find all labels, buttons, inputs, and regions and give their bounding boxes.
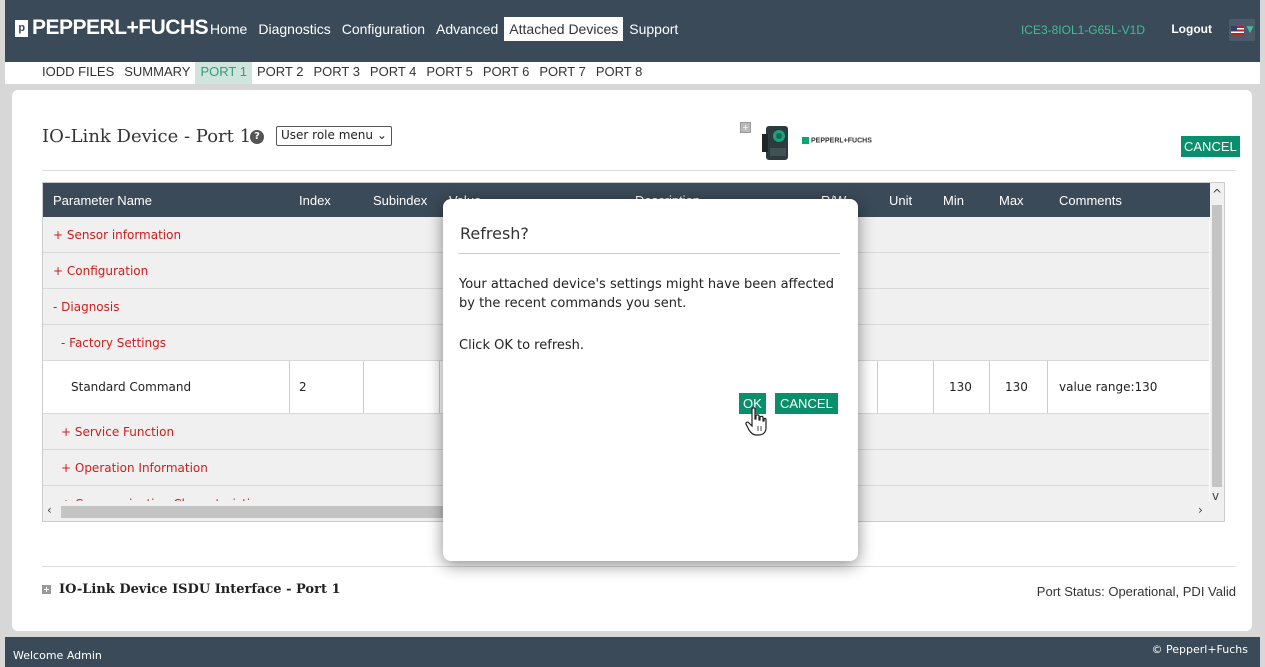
top-navbar: p PEPPERL+FUCHS Home Diagnostics Configu… [5,0,1260,62]
subnav-port-7[interactable]: PORT 7 [534,62,590,84]
param-comments-cell: value range:130 [1059,380,1158,394]
cell-divider [439,361,440,413]
row-label: - Diagnosis [53,299,120,314]
scroll-up-icon[interactable]: ^ [1212,187,1222,201]
param-min-cell: 130 [949,380,972,394]
caret-down-icon: ▼ [1246,25,1254,35]
col-unit: Unit [889,193,913,208]
subnav-port-2[interactable]: PORT 2 [252,62,308,84]
row-label: + Sensor information [53,227,182,242]
refresh-dialog: Refresh? Your attached device's settings… [443,199,858,561]
subnav-port-1[interactable]: PORT 1 [195,62,252,84]
brand-mark-icon [802,137,809,144]
nav-configuration[interactable]: Configuration [337,17,430,41]
subnav-port-8[interactable]: PORT 8 [591,62,647,84]
scroll-right-icon[interactable]: › [1198,503,1203,517]
subnav-port-4[interactable]: PORT 4 [365,62,421,84]
param-max-cell: 130 [1005,380,1028,394]
subnav-summary[interactable]: SUMMARY [119,62,195,84]
dialog-title: Refresh? [460,224,529,243]
brand-mark-icon: p [15,19,28,37]
cell-divider [933,361,934,413]
port-status: Port Status: Operational, PDI Valid [1036,584,1236,599]
cell-divider [363,361,364,413]
divider [42,170,1236,171]
col-min: Min [943,193,964,208]
hand-cursor-icon [745,407,767,436]
divider [42,566,1236,567]
col-max: Max [999,193,1024,208]
help-icon[interactable]: ? [250,130,264,144]
isdu-title: IO-Link Device ISDU Interface - Port 1 [59,582,341,597]
cell-divider [289,361,290,413]
expand-icon: + [42,584,51,594]
expand-image-icon[interactable]: + [740,122,751,133]
mini-brand-logo: PEPPERL+FUCHS [802,137,872,144]
param-index-cell: 2 [299,380,307,394]
row-label: + Service Function [61,424,175,439]
cell-divider [1047,361,1048,413]
dialog-instruction: Click OK to refresh. [459,338,585,353]
col-comments: Comments [1059,193,1122,208]
mini-brand-name: PEPPERL+FUCHS [811,137,872,145]
us-flag-icon [1230,25,1244,35]
cancel-button[interactable]: CANCEL [1181,136,1240,157]
chevron-down-icon: ⌄ [376,128,387,142]
subnav-iodd-files[interactable]: IODD FILES [37,62,119,84]
logout-button[interactable]: Logout [1171,22,1212,36]
page-title: IO-Link Device - Port 1 [42,126,252,147]
sub-nav: IODD FILES SUMMARY PORT 1 PORT 2 PORT 3 … [5,62,1260,84]
dialog-divider [458,253,840,254]
nav-support[interactable]: Support [624,17,683,41]
row-label: + Operation Information [61,460,208,475]
scroll-down-icon[interactable]: v [1212,489,1219,503]
user-role-value: User role menu [281,128,373,142]
cell-divider [989,361,990,413]
main-nav: Home Diagnostics Configuration Advanced … [205,17,684,41]
subnav-port-6[interactable]: PORT 6 [478,62,534,84]
vertical-scrollbar[interactable]: ^ v [1210,183,1224,521]
language-selector[interactable]: ▼ [1229,19,1255,41]
cell-divider [877,361,878,413]
subnav-port-5[interactable]: PORT 5 [421,62,477,84]
user-role-select[interactable]: User role menu ⌄ [276,126,392,146]
isdu-section-toggle[interactable]: + IO-Link Device ISDU Interface - Port 1 [42,582,341,597]
device-id-label: ICE3-8IOL1-G65L-V1D [1020,23,1145,37]
horizontal-scroll-thumb[interactable] [61,506,461,518]
dialog-cancel-button[interactable]: CANCEL [775,393,838,414]
row-label: + Configuration [53,263,149,278]
brand-name: PEPPERL+FUCHS [32,16,209,39]
sensor-device-icon [762,126,788,160]
nav-attached-devices[interactable]: Attached Devices [504,17,624,41]
copyright-text: © Pepperl+Fuchs [1151,643,1248,656]
welcome-text: Welcome Admin [13,649,102,662]
vertical-scroll-thumb[interactable] [1212,205,1222,487]
dialog-message: Your attached device's settings might ha… [459,277,834,311]
row-label: - Factory Settings [61,335,167,350]
nav-advanced[interactable]: Advanced [431,17,503,41]
col-index: Index [299,193,331,208]
nav-diagnostics[interactable]: Diagnostics [253,17,335,41]
footer: Welcome Admin © Pepperl+Fuchs [5,637,1260,667]
col-parameter-name: Parameter Name [53,193,152,208]
brand-logo[interactable]: p PEPPERL+FUCHS [15,16,209,40]
scroll-left-icon[interactable]: ‹ [47,503,52,517]
nav-home[interactable]: Home [205,17,252,41]
param-name-cell: Standard Command [71,380,192,394]
subnav-port-3[interactable]: PORT 3 [308,62,364,84]
col-subindex: Subindex [373,193,428,208]
